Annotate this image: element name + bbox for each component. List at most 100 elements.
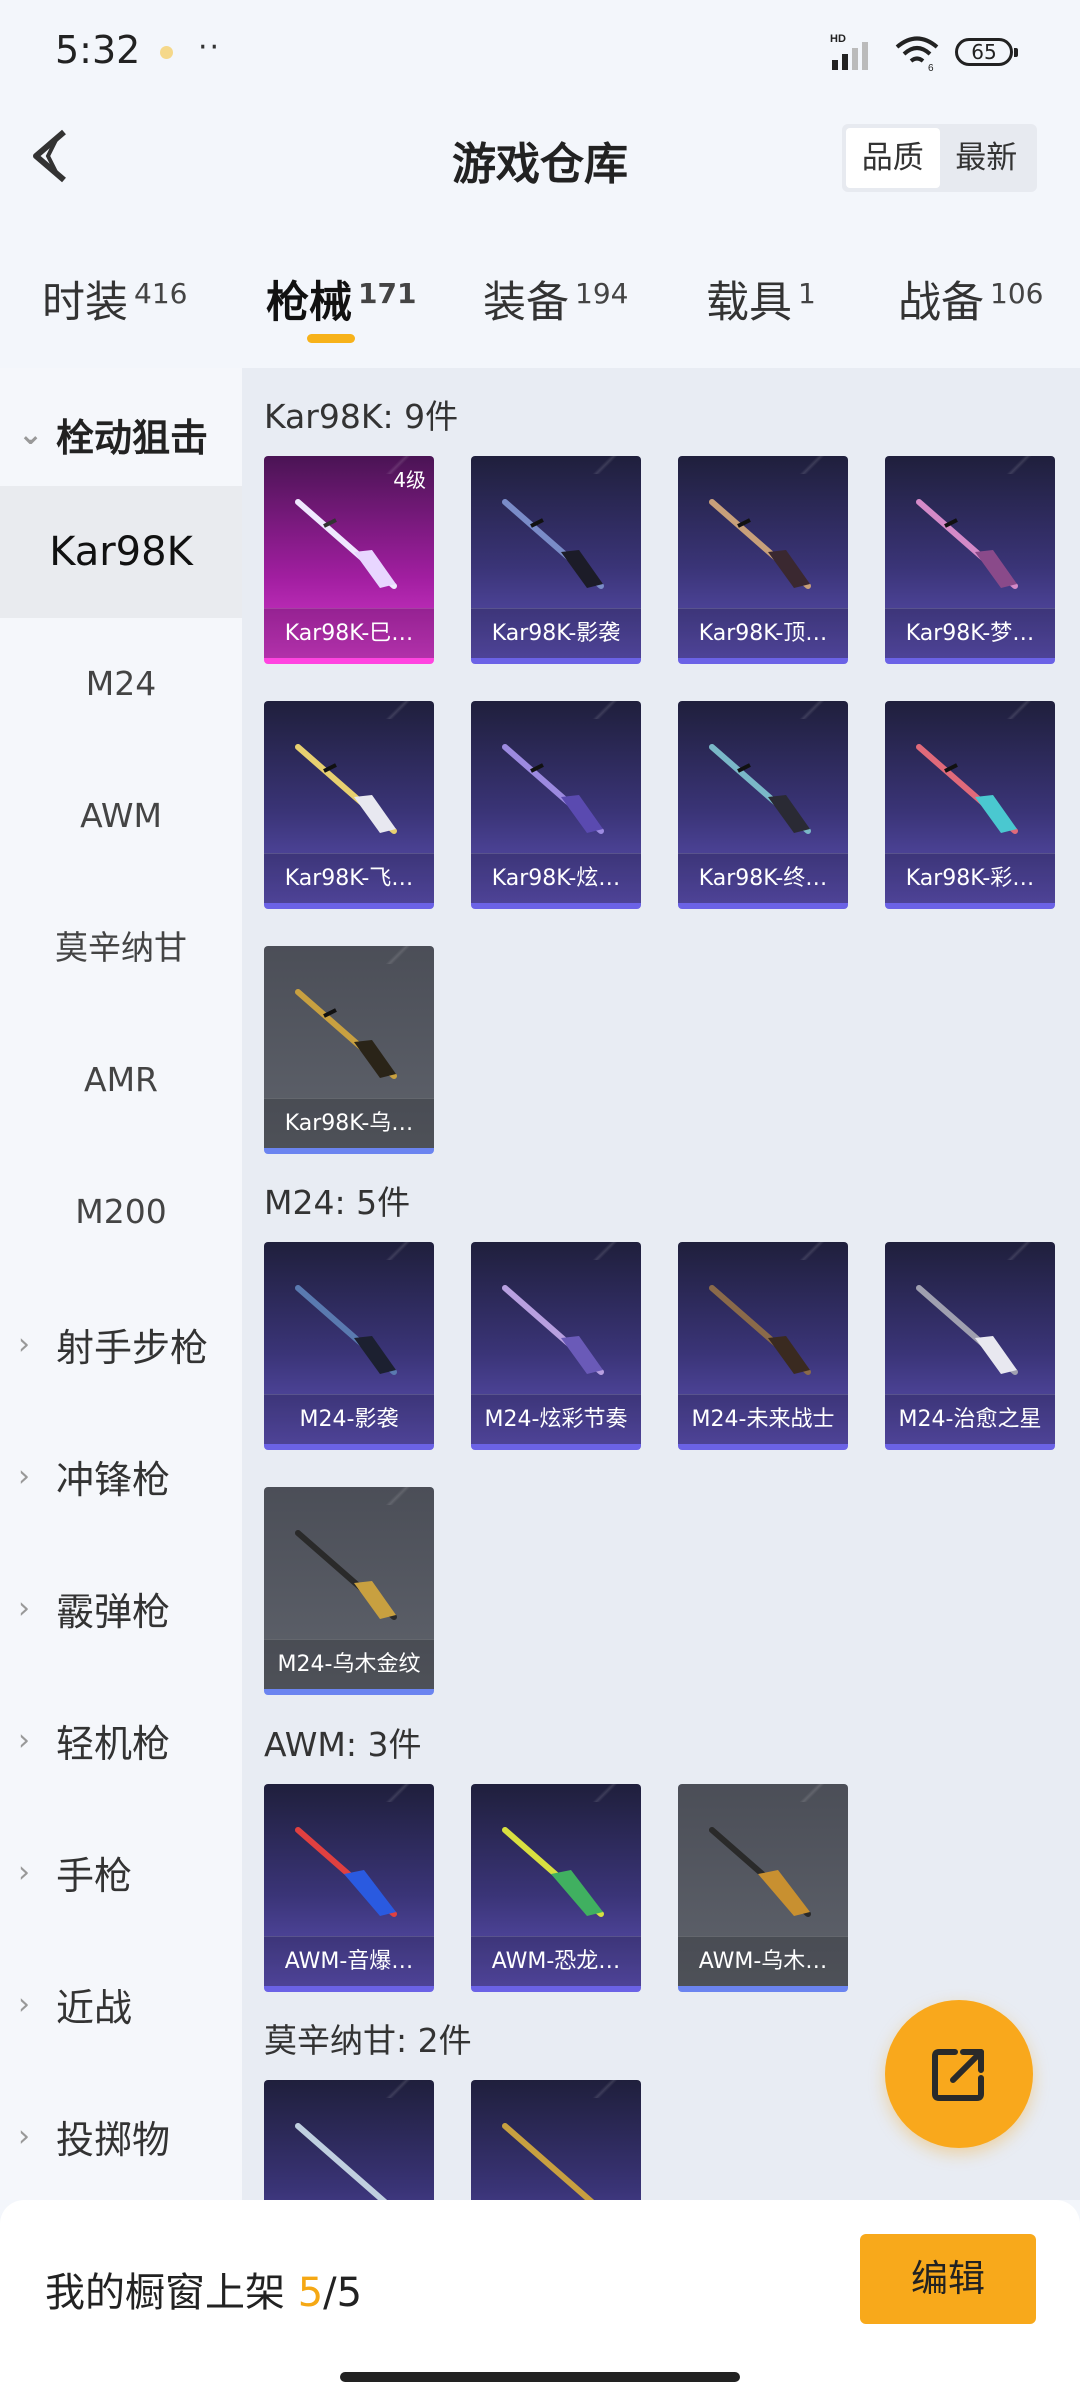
showcase-used-count: 5 [297, 2270, 324, 2316]
chevron-down-icon: ⌄ [18, 416, 44, 452]
sidebar-group-label: 霰弹枪 [56, 1589, 171, 1634]
weapon-card[interactable]: AWM-恐龙… [471, 1784, 641, 1992]
tab-count: 171 [358, 277, 417, 310]
rifle-icon [709, 744, 811, 834]
rifle-icon [295, 499, 397, 589]
showcase-label: 我的橱窗上架 [45, 2270, 285, 2316]
weapon-name: Kar98K-影袭 [471, 608, 641, 658]
weapon-card[interactable]: M24-炫彩节奏 [471, 1242, 641, 1450]
chevron-right-icon: › [18, 1326, 30, 1362]
rifle-icon [295, 2123, 388, 2200]
weapon-card[interactable] [264, 2080, 434, 2200]
tab-label: 载具 [706, 278, 792, 328]
tab-equipment[interactable]: 装备 194 [483, 268, 628, 330]
sort-by-newest-button[interactable]: 最新 [940, 128, 1034, 188]
section-title-m24: M24: 5件 [264, 1183, 411, 1222]
sidebar-item-amr[interactable]: AMR [0, 1014, 242, 1146]
weapon-name: M24-未来战士 [678, 1394, 848, 1444]
weapon-card[interactable]: Kar98K-乌… [264, 946, 434, 1154]
weapon-card[interactable]: 4级 Kar98K-巳… [264, 456, 434, 664]
sidebar-item-kar98k[interactable]: Kar98K [0, 486, 242, 618]
tab-vehicles[interactable]: 载具 1 [706, 268, 816, 330]
rifle-icon [502, 1285, 604, 1375]
share-external-icon [932, 2049, 984, 2101]
weapon-grid: Kar98K: 9件 4级 Kar98K-巳… Kar98K-影袭 Kar98K… [242, 368, 1080, 2200]
sidebar-item-m24[interactable]: M24 [0, 618, 242, 750]
weapon-name: Kar98K-彩… [885, 853, 1055, 903]
active-tab-indicator [307, 334, 355, 343]
weapon-name: Kar98K-终… [678, 853, 848, 903]
sidebar-item-awm[interactable]: AWM [0, 750, 242, 882]
weapon-card[interactable]: Kar98K-飞… [264, 701, 434, 909]
weapon-name: Kar98K-飞… [264, 853, 434, 903]
home-indicator[interactable] [340, 2372, 740, 2382]
rifle-icon [295, 1530, 397, 1620]
weapon-card[interactable]: Kar98K-梦… [885, 456, 1055, 664]
edit-button[interactable]: 编辑 [860, 2234, 1036, 2324]
tab-count: 1 [798, 277, 816, 310]
weapon-category-sidebar: ⌄ 栓动狙击 Kar98K M24 AWM 莫辛纳甘 AMR M200 › 射手步枪… [0, 368, 242, 2200]
rifle-icon [295, 989, 397, 1079]
chevron-right-icon: › [18, 1986, 30, 2022]
weapon-card[interactable] [471, 2080, 641, 2200]
sidebar-group-smg[interactable]: › 冲锋枪 [0, 1410, 242, 1542]
sidebar-item-m200[interactable]: M200 [0, 1146, 242, 1278]
weapon-card[interactable]: Kar98K-终… [678, 701, 848, 909]
rifle-icon [502, 1827, 604, 1917]
tab-outfits[interactable]: 时装 416 [42, 268, 187, 330]
sort-by-quality-button[interactable]: 品质 [846, 128, 940, 188]
section-title-mosin-nagant: 莫辛纳甘: 2件 [264, 2021, 472, 2060]
sidebar-item-mosin-nagant[interactable]: 莫辛纳甘 [0, 882, 242, 1014]
sidebar-group-label: 轻机枪 [56, 1721, 171, 1766]
sidebar-group-label: 射手步枪 [56, 1325, 209, 1370]
sidebar-group-lmg[interactable]: › 轻机枪 [0, 1674, 242, 1806]
signal-icon: HD [830, 33, 868, 70]
chevron-right-icon: › [18, 1458, 30, 1494]
battery-indicator: 65 [955, 38, 1018, 66]
weapon-name: Kar98K-乌… [264, 1098, 434, 1148]
sidebar-group-label: 近战 [56, 1985, 133, 2030]
wifi-icon: 6 [895, 36, 939, 72]
rifle-icon [916, 744, 1018, 834]
sidebar-group-bolt-action-sniper[interactable]: ⌄ 栓动狙击 [0, 368, 242, 500]
sidebar-group-shotgun[interactable]: › 霰弹枪 [0, 1542, 242, 1674]
weapon-card[interactable]: M24-影袭 [264, 1242, 434, 1450]
tab-battle-gear[interactable]: 战备 106 [898, 268, 1043, 330]
weapon-card[interactable]: AWM-乌木… [678, 1784, 848, 1992]
sidebar-group-pistol[interactable]: › 手枪 [0, 1806, 242, 1938]
rifle-icon [502, 2123, 595, 2200]
sidebar-group-throwables[interactable]: › 投掷物 [0, 2070, 242, 2202]
showcase-status: 我的橱窗上架 5/5 [45, 2260, 362, 2318]
svg-text:6: 6 [928, 63, 934, 72]
weapon-card[interactable]: M24-乌木金纹 [264, 1487, 434, 1695]
sidebar-group-melee[interactable]: › 近战 [0, 1938, 242, 2070]
weapon-card[interactable]: M24-治愈之星 [885, 1242, 1055, 1450]
sidebar-group-marksman-rifle[interactable]: › 射手步枪 [0, 1278, 242, 1410]
sidebar-group-label: 手枪 [56, 1853, 133, 1898]
weapon-card[interactable]: Kar98K-顶… [678, 456, 848, 664]
weapon-card[interactable]: Kar98K-炫… [471, 701, 641, 909]
weapon-name: M24-治愈之星 [885, 1394, 1055, 1444]
rifle-icon [709, 499, 811, 589]
share-button[interactable] [885, 2000, 1033, 2148]
weapon-name: AWM-乌木… [678, 1936, 848, 1986]
weapon-name: Kar98K-顶… [678, 608, 848, 658]
chevron-right-icon: › [18, 2118, 30, 2154]
weapon-card[interactable]: Kar98K-彩… [885, 701, 1055, 909]
chevron-right-icon: › [18, 1854, 30, 1890]
tab-firearms[interactable]: 枪械 171 [266, 268, 416, 330]
tab-label: 装备 [483, 278, 569, 328]
sidebar-group-label: 冲锋枪 [56, 1457, 171, 1502]
weapon-name: Kar98K-梦… [885, 608, 1055, 658]
weapon-name: M24-炫彩节奏 [471, 1394, 641, 1444]
sort-toggle[interactable]: 品质 最新 [842, 124, 1037, 192]
weapon-card[interactable]: AWM-音爆… [264, 1784, 434, 1992]
tab-count: 194 [575, 277, 629, 310]
weapon-name: Kar98K-巳… [264, 608, 434, 658]
weapon-card[interactable]: Kar98K-影袭 [471, 456, 641, 664]
rifle-icon [709, 1827, 811, 1917]
rifle-icon [295, 1827, 397, 1917]
rifle-icon [709, 1285, 811, 1375]
showcase-bar: 我的橱窗上架 5/5 编辑 [0, 2200, 1080, 2400]
weapon-card[interactable]: M24-未来战士 [678, 1242, 848, 1450]
